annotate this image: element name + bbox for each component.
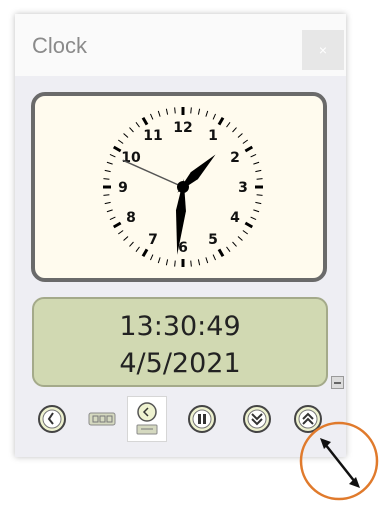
clock-numeral: 8 <box>126 210 136 226</box>
minute-tick <box>253 161 260 165</box>
title-bar[interactable]: Clock × <box>15 14 346 76</box>
minute-tick <box>165 108 169 115</box>
digital-date: 4/5/2021 <box>119 348 241 379</box>
minute-tick <box>117 230 124 235</box>
clock-numeral: 4 <box>230 210 240 226</box>
minute-tick <box>226 121 231 128</box>
minute-tick <box>242 230 249 235</box>
minute-tick <box>212 254 216 261</box>
minute-tick <box>205 110 209 117</box>
digital-time: 13:30:49 <box>119 311 241 342</box>
minute-tick <box>205 257 209 264</box>
collapse-down-button[interactable] <box>240 402 274 436</box>
minute-tick <box>190 260 192 267</box>
hour-tick <box>217 248 225 258</box>
minute-tick <box>117 139 124 144</box>
clock-numeral: 5 <box>208 232 218 248</box>
clock-numeral: 1 <box>208 128 218 144</box>
minute-tick <box>237 236 243 241</box>
minute-tick <box>197 259 201 266</box>
minute-tick <box>226 246 231 253</box>
pause-button[interactable] <box>185 402 219 436</box>
minute-tick <box>174 107 176 114</box>
digital-mode-button[interactable] <box>85 402 119 436</box>
minute-tick <box>157 110 161 117</box>
minute-tick <box>250 154 257 158</box>
collapse-down-icon <box>243 405 271 433</box>
close-icon: × <box>318 42 328 58</box>
close-button[interactable]: × <box>302 30 344 70</box>
clock-numeral: 7 <box>148 232 158 248</box>
expand-up-icon <box>294 405 322 433</box>
analog-clock: 12 1 2 3 4 5 6 7 8 9 10 11 <box>31 92 327 282</box>
window-title: Clock <box>32 33 88 58</box>
minute-tick <box>123 236 129 241</box>
minute-tick <box>106 161 113 165</box>
hour-tick <box>141 116 149 126</box>
minute-tick <box>123 133 129 138</box>
both-mode-button[interactable] <box>127 396 167 442</box>
analog-mode-icon <box>38 405 66 433</box>
clock-window: Clock × 12 1 2 3 4 5 6 7 8 9 10 11 13:30:49 4/5/202… <box>15 14 346 457</box>
hour-tick <box>217 116 225 126</box>
minute-tick <box>253 209 260 213</box>
minute-tick <box>109 154 116 158</box>
minute-tick <box>174 260 176 267</box>
clock-numeral: 9 <box>118 180 128 196</box>
minute-tick <box>212 113 216 120</box>
minute-tick <box>232 241 237 247</box>
minute-tick <box>129 241 134 247</box>
minute-tick <box>135 246 140 253</box>
clock-center-pin <box>177 181 189 193</box>
hour-tick <box>244 145 254 153</box>
clock-numeral: 12 <box>173 120 192 136</box>
minute-tick <box>103 194 110 196</box>
minimize-panel-button[interactable] <box>331 376 344 389</box>
hour-tick <box>112 221 122 229</box>
hour-tick <box>244 221 254 229</box>
minute-tick <box>103 178 110 180</box>
minute-tick <box>109 216 116 220</box>
minute-tick <box>150 113 154 120</box>
minute-tick <box>190 107 192 114</box>
analog-clock-face: 121234567891011 <box>103 107 263 267</box>
hour-tick <box>112 145 122 153</box>
minute-tick <box>104 201 111 205</box>
clock-numeral: 2 <box>230 150 240 166</box>
minute-tick <box>255 201 262 205</box>
minute-tick <box>255 169 262 173</box>
minute-tick <box>150 254 154 261</box>
clock-numeral: 11 <box>143 128 162 144</box>
second-hand <box>122 159 184 188</box>
minute-tick <box>129 127 134 133</box>
minute-tick <box>165 259 169 266</box>
analog-mode-button[interactable] <box>35 402 69 436</box>
digital-clock: 13:30:49 4/5/2021 <box>32 297 328 387</box>
minute-tick <box>197 108 201 115</box>
minute-tick <box>256 178 263 180</box>
minute-tick <box>237 133 243 138</box>
both-mode-icon <box>136 402 158 435</box>
minute-tick <box>135 121 140 128</box>
minute-tick <box>242 139 249 144</box>
minute-tick <box>104 169 111 173</box>
minute-tick <box>106 209 113 213</box>
hour-tick <box>141 248 149 258</box>
pause-icon <box>188 405 216 433</box>
minute-tick <box>250 216 257 220</box>
minute-tick <box>256 194 263 196</box>
minute-tick <box>157 257 161 264</box>
expand-up-button[interactable] <box>291 402 325 436</box>
digital-mode-icon <box>88 412 116 426</box>
minute-tick <box>232 127 237 133</box>
clock-numeral: 3 <box>238 180 248 196</box>
